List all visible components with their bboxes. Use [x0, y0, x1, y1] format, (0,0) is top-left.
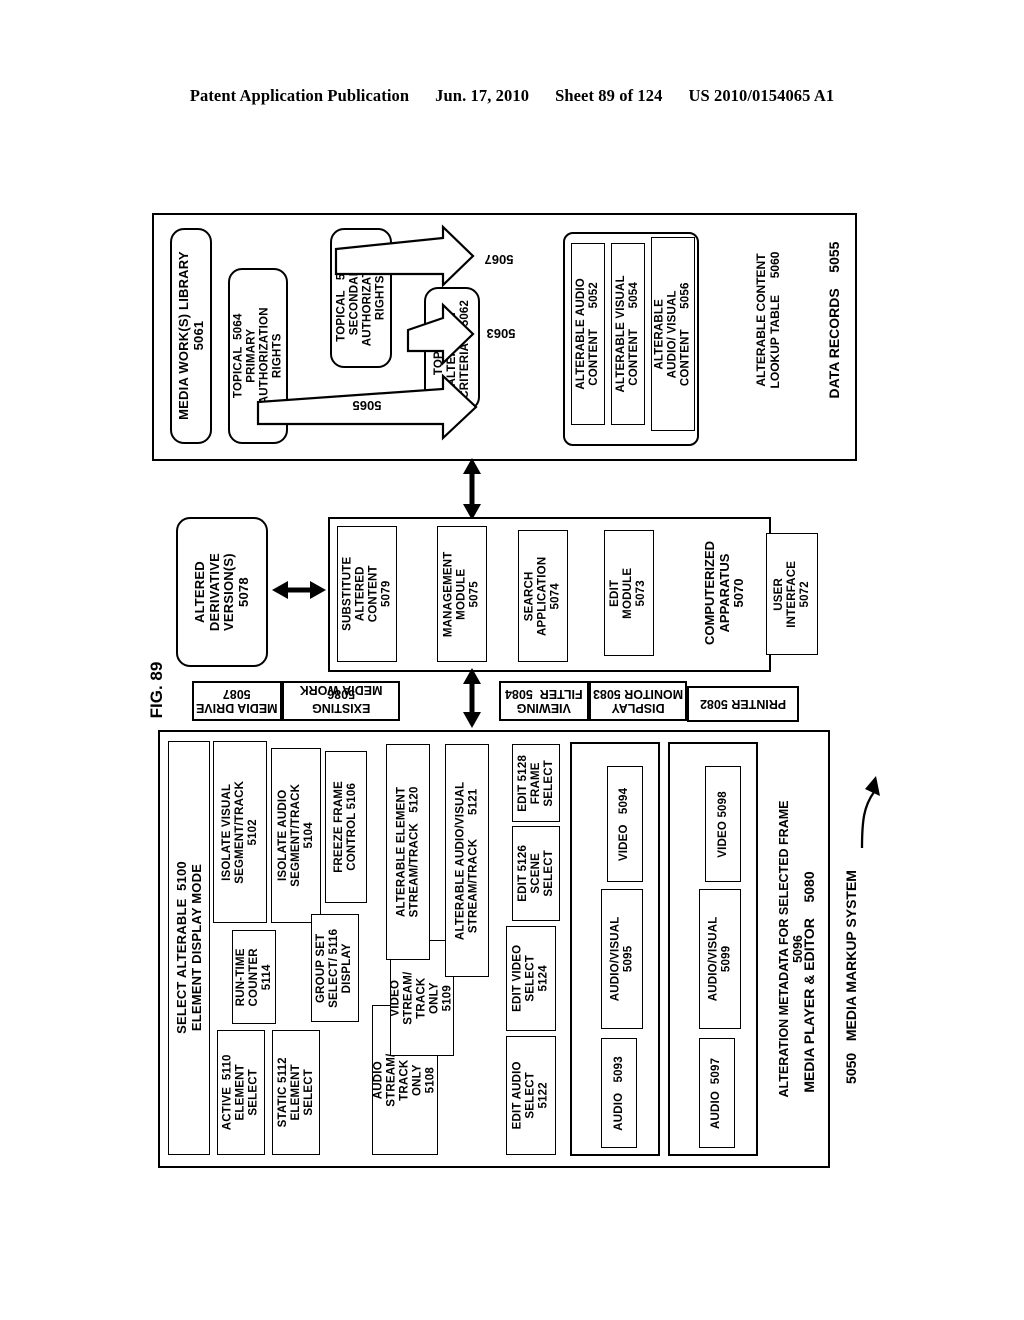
edit-frame-select-label: EDIT 5128 FRAME SELECT: [516, 754, 555, 812]
isolate-audio-segment-box[interactable]: ISOLATE AUDIO SEGMENT/TRACK 5104: [271, 748, 321, 923]
document-number: US 2010/0154065 A1: [688, 86, 835, 105]
apparatus-devices-connector: [463, 668, 481, 728]
metadata-scene-audio-label: AUDIO 5093: [612, 1055, 625, 1131]
alterable-element-stream-label: ALTERABLE ELEMENT STREAM/TRACK 5120: [395, 786, 420, 918]
active-element-select-label: ACTIVE 5110 ELEMENT SELECT: [221, 1054, 260, 1131]
substitute-altered-content-box[interactable]: SUBSTITUTE ALTERED CONTENT 5079: [337, 526, 397, 662]
metadata-frame-audio-label: AUDIO 5097: [710, 1057, 723, 1129]
select-alterable-display-mode-label: SELECT ALTERABLE 5100 ELEMENT DISPLAY MO…: [173, 861, 203, 1035]
printer-label: PRINTER 5082: [699, 697, 787, 711]
alterable-av-stream-label: ALTERABLE AUDIO/VISUAL STREAM/TRACK 5121: [454, 781, 479, 940]
management-module-box[interactable]: MANAGEMENT MODULE 5075: [437, 526, 487, 662]
figure-label-text: FIG. 89: [147, 661, 167, 719]
printer-box[interactable]: PRINTER 5082: [687, 686, 799, 722]
substitute-altered-content-label: SUBSTITUTE ALTERED CONTENT 5079: [341, 556, 392, 632]
display-monitor-label: DISPLAY MONITOR 5083: [592, 687, 684, 715]
figure-label: FIG. 89: [122, 655, 192, 725]
sheet-number: Sheet 89 of 124: [555, 86, 663, 105]
user-interface-box[interactable]: USER INTERFACE 5072: [766, 533, 818, 655]
edit-module-box[interactable]: EDIT MODULE 5073: [604, 530, 654, 656]
alterable-audio-content-box[interactable]: ALTERABLE AUDIO CONTENT 5052: [571, 243, 605, 425]
alterable-visual-content-label: ALTERABLE VISUAL CONTENT 5054: [615, 275, 641, 393]
edit-video-select-label: EDIT VIDEO SELECT 5124: [511, 944, 550, 1013]
media-markup-system-caption: 5050 MEDIA MARKUP SYSTEM: [843, 870, 860, 1084]
altered-derivative-version-label: ALTERED DERIVATIVE VERSION(S) 5078: [191, 552, 251, 632]
viewing-filter-box[interactable]: VIEWING FILTER 5084: [499, 681, 589, 721]
search-application-label: SEARCH APPLICATION 5074: [523, 556, 562, 636]
library-apparatus-connector: [463, 458, 481, 520]
arrow-5065-label: 5065: [352, 398, 382, 414]
isolate-visual-segment-label: ISOLATE VISUAL SEGMENT/TRACK 5102: [220, 780, 259, 884]
arrow-5063-label: 5063: [486, 326, 516, 342]
active-element-select-box[interactable]: ACTIVE 5110 ELEMENT SELECT: [217, 1030, 265, 1155]
edit-video-select-box[interactable]: EDIT VIDEO SELECT 5124: [506, 926, 556, 1031]
management-module-label: MANAGEMENT MODULE 5075: [442, 551, 481, 637]
select-alterable-display-mode-box[interactable]: SELECT ALTERABLE 5100 ELEMENT DISPLAY MO…: [168, 741, 210, 1155]
media-drive-label: MEDIA DRIVE 5087: [196, 687, 278, 715]
publication-label: Patent Application Publication: [189, 86, 410, 105]
arrow-5067: [334, 224, 475, 288]
metadata-scene-audio-box[interactable]: AUDIO 5093: [601, 1038, 637, 1148]
alterable-av-content-label: ALTERABLE AUDIO/ VISUAL CONTENT 5056: [653, 282, 692, 386]
alterable-element-stream-box[interactable]: ALTERABLE ELEMENT STREAM/TRACK 5120: [386, 744, 430, 960]
edit-audio-select-label: EDIT AUDIO SELECT 5122: [511, 1061, 550, 1130]
search-application-box[interactable]: SEARCH APPLICATION 5074: [518, 530, 568, 662]
altered-derivative-version-box[interactable]: ALTERED DERIVATIVE VERSION(S) 5078: [176, 517, 268, 667]
data-records-label: DATA RECORDS 5055: [826, 241, 843, 399]
run-time-counter-label: RUN-TIME COUNTER 5114: [234, 947, 273, 1007]
media-drive-box[interactable]: MEDIA DRIVE 5087: [192, 681, 282, 721]
alterable-visual-content-box[interactable]: ALTERABLE VISUAL CONTENT 5054: [611, 243, 645, 425]
arrow-5067-label: 5067: [484, 252, 514, 268]
alterable-audio-content-label: ALTERABLE AUDIO CONTENT 5052: [575, 278, 601, 390]
isolate-visual-segment-box[interactable]: ISOLATE VISUAL SEGMENT/TRACK 5102: [213, 741, 267, 923]
static-element-select-box[interactable]: STATIC 5112 ELEMENT SELECT: [272, 1030, 320, 1155]
metadata-scene-audiovisual-box[interactable]: AUDIO/VISUAL 5095: [601, 889, 643, 1029]
edit-scene-select-box[interactable]: EDIT 5126 SCENE SELECT: [512, 826, 560, 921]
display-monitor-box[interactable]: DISPLAY MONITOR 5083: [589, 681, 687, 721]
media-works-library-box[interactable]: MEDIA WORK(S) LIBRARY 5061: [170, 228, 212, 444]
lookup-table-label: ALTERABLE CONTENT LOOKUP TABLE 5060: [754, 251, 782, 389]
metadata-frame-video-box[interactable]: VIDEO 5098: [705, 766, 741, 882]
metadata-frame-audiovisual-label: AUDIO/VISUAL 5099: [707, 916, 733, 1002]
audio-stream-track-only-label: AUDIO STREAM/ TRACK ONLY 5108: [372, 1053, 437, 1107]
existing-media-work-top-label: MEDIA WORK: [299, 683, 383, 697]
freeze-frame-control-box[interactable]: FREEZE FRAME CONTROL 5106: [325, 751, 367, 903]
alterable-av-stream-box[interactable]: ALTERABLE AUDIO/VISUAL STREAM/TRACK 5121: [445, 744, 489, 977]
user-interface-label: USER INTERFACE 5072: [772, 560, 811, 628]
group-set-select-label: GROUP SET SELECT/ 5116 DISPLAY: [315, 928, 354, 1008]
media-works-library-label: MEDIA WORK(S) LIBRARY 5061: [175, 251, 205, 421]
viewing-filter-label: VIEWING FILTER 5084: [505, 687, 583, 715]
system-leader-arrow: [860, 776, 880, 849]
computerized-apparatus-title: COMPUTERIZED APPARATUS 5070: [701, 541, 747, 645]
publication-date: Jun. 17, 2010: [435, 86, 530, 105]
isolate-audio-segment-label: ISOLATE AUDIO SEGMENT/TRACK 5104: [276, 784, 315, 887]
metadata-scene-video-label: VIDEO 5094: [618, 787, 631, 861]
edit-audio-select-box[interactable]: EDIT AUDIO SELECT 5122: [506, 1036, 556, 1155]
arrow-5063: [406, 302, 475, 366]
edit-module-label: EDIT MODULE 5073: [609, 567, 648, 619]
metadata-frame-audio-box[interactable]: AUDIO 5097: [699, 1038, 735, 1148]
edit-frame-select-box[interactable]: EDIT 5128 FRAME SELECT: [512, 744, 560, 822]
metadata-frame-video-label: VIDEO 5098: [716, 790, 729, 858]
run-time-counter-box[interactable]: RUN-TIME COUNTER 5114: [232, 930, 276, 1024]
media-player-editor-title: MEDIA PLAYER & EDITOR 5080: [801, 871, 818, 1093]
metadata-scene-audiovisual-label: AUDIO/VISUAL 5095: [609, 916, 635, 1002]
metadata-scene-video-box[interactable]: VIDEO 5094: [607, 766, 643, 882]
derivative-apparatus-connector: [272, 581, 326, 599]
edit-scene-select-label: EDIT 5126 SCENE SELECT: [516, 845, 555, 902]
page-header: Patent Application Publication Jun. 17, …: [0, 86, 1024, 106]
static-element-select-label: STATIC 5112 ELEMENT SELECT: [276, 1057, 315, 1128]
metadata-frame-audiovisual-box[interactable]: AUDIO/VISUAL 5099: [699, 889, 741, 1029]
freeze-frame-control-label: FREEZE FRAME CONTROL 5106: [333, 781, 359, 873]
video-stream-track-only-label: VIDEO STREAM/ TRACK ONLY 5109: [389, 971, 454, 1025]
group-set-select-box[interactable]: GROUP SET SELECT/ 5116 DISPLAY: [311, 914, 359, 1022]
alterable-av-content-box[interactable]: ALTERABLE AUDIO/ VISUAL CONTENT 5056: [651, 237, 695, 431]
